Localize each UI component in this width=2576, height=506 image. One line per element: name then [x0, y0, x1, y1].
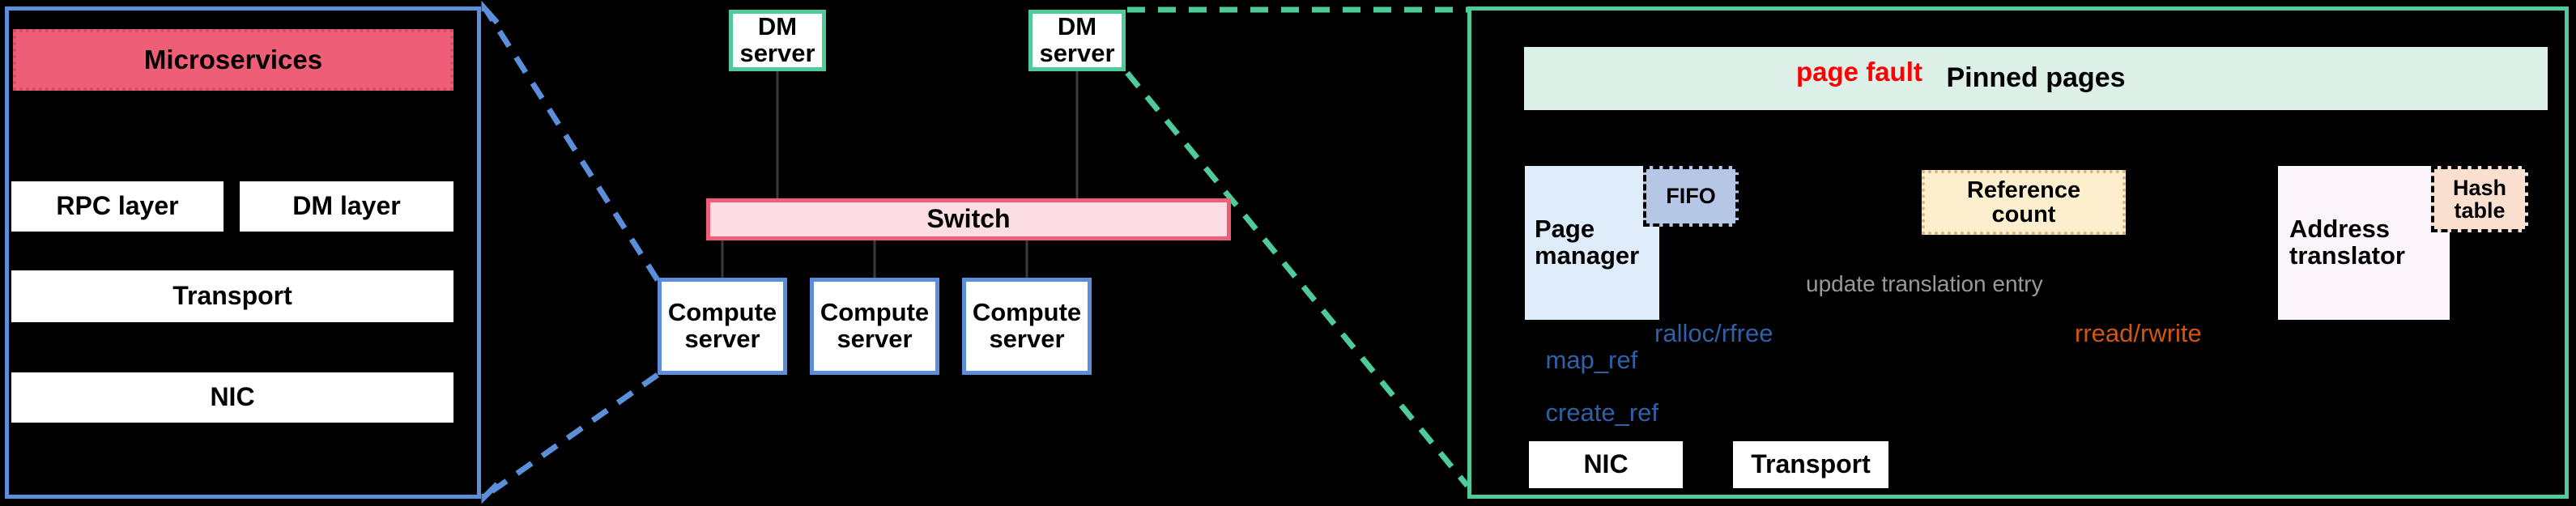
address-translator-line2: translator — [2289, 241, 2405, 270]
pinned-pages-block[interactable]: Pinned pages — [1524, 47, 2548, 110]
reference-count-block[interactable]: Reference count — [1922, 170, 2126, 235]
microservices-block[interactable]: Microservices — [13, 29, 453, 91]
map-ref-label-group: map_ref create_ref — [1518, 321, 1658, 453]
reference-count-line2: count — [1991, 202, 2056, 227]
compute-server-1-line1: Compute — [667, 298, 777, 327]
hash-table-line1: Hash — [2452, 175, 2507, 200]
dm-server-node-2[interactable]: DM server — [1028, 10, 1126, 71]
callout-client-top — [481, 0, 660, 282]
rpc-layer-label: RPC layer — [56, 191, 179, 221]
rread-rwrite-label: rread/rwrite — [2075, 319, 2202, 347]
address-translator-block[interactable]: Address translator — [2278, 166, 2450, 320]
fifo-label: FIFO — [1666, 184, 1716, 209]
diagram-canvas: Microservices RPC layer DM layer Transpo… — [0, 0, 2576, 506]
transport-label-dmserver: Transport — [1751, 449, 1871, 479]
compute-server-node-3[interactable]: Compute server — [962, 278, 1092, 375]
map-ref-label: map_ref — [1545, 345, 1638, 374]
transport-label-client: Transport — [172, 281, 292, 311]
dm-server-2-line1: DM — [1057, 12, 1097, 41]
compute-server-node-1[interactable]: Compute server — [658, 278, 787, 375]
dm-server-node-1[interactable]: DM server — [729, 10, 826, 71]
create-ref-label: create_ref — [1545, 398, 1659, 427]
hash-table-block[interactable]: Hash table — [2431, 166, 2528, 232]
dm-server-1-line1: DM — [757, 12, 798, 41]
compute-server-2-line2: server — [837, 325, 913, 353]
address-translator-line1: Address — [2289, 215, 2391, 244]
compute-server-3-line2: server — [989, 325, 1065, 353]
page-manager-block[interactable]: Page manager — [1525, 166, 1659, 320]
compute-server-3-line1: Compute — [972, 298, 1082, 327]
transport-block-dmserver[interactable]: Transport — [1733, 441, 1888, 488]
dm-layer-block[interactable]: DM layer — [240, 181, 453, 232]
switch-link-stubs — [721, 71, 1079, 278]
page-manager-line1: Page — [1535, 215, 1595, 244]
nic-block-client[interactable]: NIC — [11, 372, 453, 423]
switch-label: Switch — [926, 204, 1011, 234]
dm-server-2-line2: server — [1039, 39, 1115, 67]
transport-block-client[interactable]: Transport — [11, 270, 453, 322]
compute-server-1-line2: server — [684, 325, 760, 353]
ralloc-rfree-label: ralloc/rfree — [1654, 319, 1773, 347]
callout-dmserver-bottom — [1125, 70, 1470, 488]
dm-layer-label: DM layer — [292, 191, 401, 221]
page-manager-line2: manager — [1535, 241, 1640, 270]
dm-server-1-line2: server — [739, 39, 815, 67]
switch-node[interactable]: Switch — [706, 198, 1231, 240]
compute-server-node-2[interactable]: Compute server — [810, 278, 939, 375]
nic-label-dmserver: NIC — [1583, 449, 1629, 479]
fifo-block[interactable]: FIFO — [1643, 166, 1739, 227]
nic-label-client: NIC — [210, 382, 255, 412]
callout-client-bottom — [481, 372, 660, 504]
pinned-pages-label: Pinned pages — [1946, 62, 2126, 94]
update-translation-entry-label: update translation entry — [1806, 271, 2043, 296]
page-fault-label: page fault — [1796, 57, 1922, 87]
rpc-layer-block[interactable]: RPC layer — [11, 181, 224, 232]
microservices-label: Microservices — [143, 44, 323, 74]
reference-count-line1: Reference — [1966, 176, 2081, 203]
hash-table-line2: table — [2454, 198, 2506, 223]
compute-server-2-line1: Compute — [820, 298, 930, 327]
